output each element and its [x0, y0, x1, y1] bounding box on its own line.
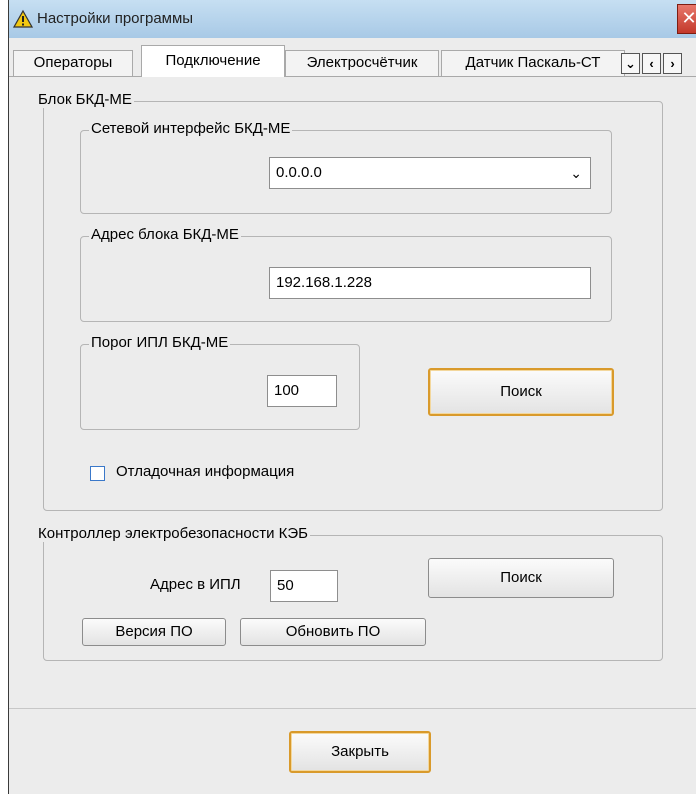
bkd-address-group: Адрес блока БКД-МЕ 192.168.1.228 [80, 226, 612, 322]
keb-group: Контроллер электробезопасности КЭБ Адрес… [36, 525, 663, 661]
tab-pascal-sensor[interactable]: Датчик Паскаль-СТ [441, 50, 625, 76]
tab-list-dropdown-icon[interactable]: ⌄ [621, 53, 640, 74]
keb-group-title: Контроллер электробезопасности КЭБ [36, 525, 311, 542]
debug-info-label: Отладочная информация [116, 463, 295, 480]
net-interface-value: 0.0.0.0 [276, 164, 322, 181]
tab-scroll-right-icon[interactable]: › [663, 53, 682, 74]
close-window-button[interactable]: ✕ [677, 4, 696, 34]
bkd-search-button[interactable]: Поиск [428, 368, 614, 416]
chevron-down-icon: ⌄ [570, 165, 582, 181]
keb-address-input[interactable]: 50 [270, 570, 338, 602]
net-interface-group: Сетевой интерфейс БКД-МЕ 0.0.0.0 ⌄ [80, 120, 612, 214]
connection-tab-page: Блок БКД-МЕ Сетевой интерфейс БКД-МЕ 0.0… [9, 76, 696, 708]
bkd-address-input[interactable]: 192.168.1.228 [269, 267, 591, 299]
window-title: Настройки программы [37, 10, 194, 27]
tab-operators[interactable]: Операторы [13, 50, 133, 76]
threshold-group: Порог ИПЛ БКД-МЕ 100 [80, 334, 360, 430]
bkd-group-title: Блок БКД-МЕ [36, 91, 134, 108]
net-interface-select[interactable]: 0.0.0.0 ⌄ [269, 157, 591, 189]
threshold-input[interactable]: 100 [267, 375, 337, 407]
update-firmware-button[interactable]: Обновить ПО [240, 618, 426, 646]
settings-window: Настройки программы ✕ Операторы Подключе… [8, 0, 696, 794]
close-button[interactable]: Закрыть [289, 731, 431, 773]
bkd-address-title: Адрес блока БКД-МЕ [89, 226, 241, 243]
keb-address-label: Адрес в ИПЛ [150, 576, 241, 593]
dialog-footer: Закрыть [9, 708, 696, 794]
debug-info-checkbox[interactable] [90, 466, 105, 481]
warning-icon [13, 9, 33, 28]
tab-scroll-left-icon[interactable]: ‹ [642, 53, 661, 74]
firmware-version-button[interactable]: Версия ПО [82, 618, 226, 646]
tab-strip: Операторы Подключение Электросчётчик Дат… [9, 38, 696, 77]
title-bar[interactable]: Настройки программы ✕ [9, 0, 696, 38]
tab-electricity-meter[interactable]: Электросчётчик [285, 50, 439, 76]
bkd-group: Блок БКД-МЕ Сетевой интерфейс БКД-МЕ 0.0… [36, 91, 663, 511]
net-interface-title: Сетевой интерфейс БКД-МЕ [89, 120, 293, 137]
threshold-title: Порог ИПЛ БКД-МЕ [89, 334, 231, 351]
keb-search-button[interactable]: Поиск [428, 558, 614, 598]
tab-connection[interactable]: Подключение [141, 45, 285, 77]
